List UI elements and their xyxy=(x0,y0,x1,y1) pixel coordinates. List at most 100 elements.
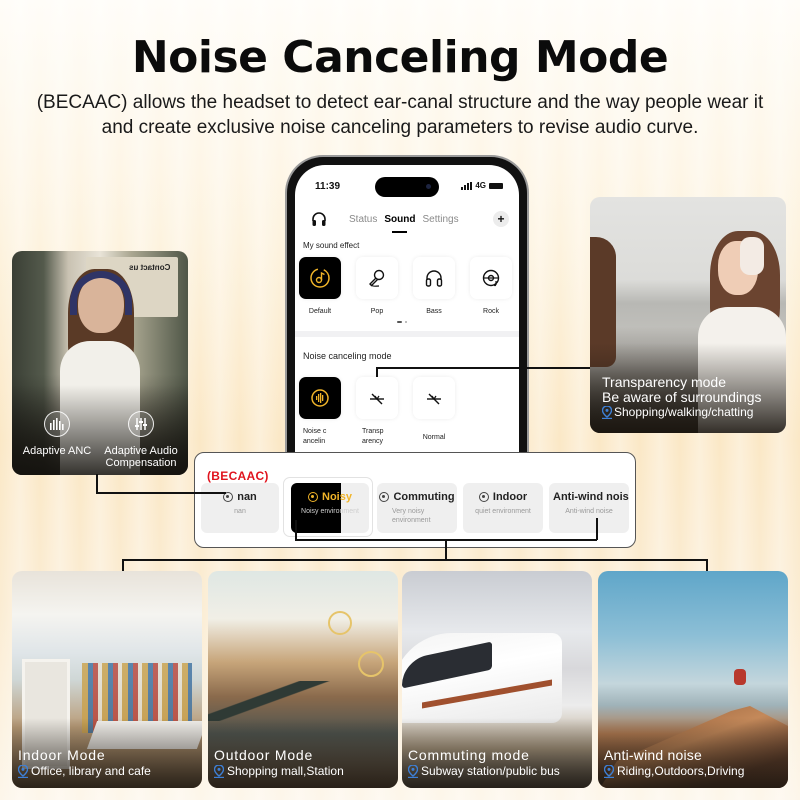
noise-mode-label: Noise c ancelin xyxy=(303,428,327,445)
sign-text: Contact us xyxy=(128,263,170,272)
card-title: Transparency mode xyxy=(602,374,726,390)
tab-status[interactable]: Status xyxy=(349,214,377,225)
scene-caption: Outdoor Mode Shopping mall,Station xyxy=(213,746,344,778)
transparency-caption: Transparency mode Be aware of surroundin… xyxy=(601,374,762,420)
tab-settings[interactable]: Settings xyxy=(422,214,458,225)
location-text: Shopping/walking/chatting xyxy=(614,405,754,419)
battery-icon xyxy=(489,182,503,189)
add-button[interactable]: + xyxy=(493,211,509,227)
scene-caption: Indoor Mode Office, library and cafe xyxy=(17,746,151,778)
connector-line xyxy=(96,474,98,493)
card-location: Shopping/walking/chatting xyxy=(601,405,762,420)
location-pin-icon xyxy=(17,763,29,778)
becaac-badge: (BECAAC) xyxy=(207,469,269,483)
location-pin-icon xyxy=(407,763,419,778)
location-pin-icon xyxy=(603,763,615,778)
sound-effect-label: Default xyxy=(308,308,332,315)
sound-effect-bass[interactable]: Bass xyxy=(413,257,455,317)
scene-location: Riding,Outdoors,Driving xyxy=(617,764,745,778)
headphones-image xyxy=(740,237,764,275)
headphones-icon xyxy=(413,257,455,299)
sound-effect-label: Rock xyxy=(483,308,499,315)
equalizer-bars-icon xyxy=(44,411,70,437)
mode-chip-noisy[interactable]: Noisy Noisy environment xyxy=(291,483,369,533)
mode-name: nan xyxy=(237,491,257,503)
location-pin-icon xyxy=(213,763,225,778)
scene-card-indoor: Indoor Mode Office, library and cafe xyxy=(12,571,202,788)
sliders-icon xyxy=(128,411,154,437)
sound-effect-label: Bass xyxy=(426,308,442,315)
mode-desc: Anti-wind noise xyxy=(565,508,613,515)
mode-name: Noisy xyxy=(322,491,352,503)
sound-effect-list: Default Pop Bass Rock xyxy=(299,257,512,317)
scene-location: Office, library and cafe xyxy=(31,764,151,778)
noise-mode-anc[interactable]: Noise c ancelin xyxy=(299,377,341,447)
connector-line xyxy=(376,367,590,369)
mode-icon xyxy=(379,492,390,502)
mode-desc: Noisy environment xyxy=(301,508,359,515)
scene-title: Anti-wind noise xyxy=(604,747,702,763)
normal-mode-icon xyxy=(413,377,455,419)
sound-wave-icon xyxy=(299,377,341,419)
connector-line xyxy=(122,559,708,561)
adaptive-features-card: Contact us Adaptive ANC Adaptive Audio C… xyxy=(12,251,188,475)
mode-name: Indoor xyxy=(492,491,528,503)
sound-effect-pop[interactable]: Pop xyxy=(356,257,398,317)
scene-caption: Commuting mode Subway station/public bus xyxy=(407,746,560,778)
status-time: 11:39 xyxy=(315,181,341,192)
mode-chip-indoor[interactable]: Indoor quiet environment xyxy=(463,483,543,533)
phone-mockup: 11:39 4G Status Sound Settings + My soun… xyxy=(285,155,529,485)
sound-effect-label: Pop xyxy=(370,308,384,315)
feature-audio-compensation: Adaptive Audio Compensation xyxy=(96,411,186,469)
feature-label: Adaptive Audio Compensation xyxy=(104,445,178,469)
location-pin-icon xyxy=(601,405,613,419)
noise-mode-heading: Noise canceling mode xyxy=(303,351,392,361)
tab-sound[interactable]: Sound xyxy=(384,214,415,233)
mode-chip-anti-wind[interactable]: Anti-wind noise Anti-wind noise xyxy=(549,483,629,533)
scene-card-anti-wind: Anti-wind noise Riding,Outdoors,Driving xyxy=(598,571,788,788)
mode-name: Anti-wind noise xyxy=(553,491,629,503)
sound-effect-heading: My sound effect xyxy=(303,241,360,250)
escalator-image xyxy=(208,681,398,721)
music-disc-icon xyxy=(299,257,341,299)
noise-mode-label: Transp arency xyxy=(362,428,384,445)
noise-mode-normal[interactable]: Normal xyxy=(413,377,455,447)
connector-line xyxy=(445,540,447,560)
mode-desc: Very noisy environment xyxy=(392,508,431,524)
ornament-image xyxy=(328,611,352,635)
sound-effect-rock[interactable]: Rock xyxy=(470,257,512,317)
mode-chip-commuting[interactable]: Commuting Very noisy environment xyxy=(377,483,457,533)
connector-line xyxy=(376,367,378,377)
feature-adaptive-anc: Adaptive ANC xyxy=(16,411,98,457)
section-divider xyxy=(295,331,519,337)
scene-title: Indoor Mode xyxy=(18,747,106,763)
phone-screen: 11:39 4G Status Sound Settings + My soun… xyxy=(295,165,519,485)
mode-icon xyxy=(308,492,319,502)
status-right: 4G xyxy=(461,181,503,190)
scene-caption: Anti-wind noise Riding,Outdoors,Driving xyxy=(603,746,745,778)
network-label: 4G xyxy=(475,181,486,190)
scene-card-outdoor: Outdoor Mode Shopping mall,Station xyxy=(208,571,398,788)
noise-mode-label: Normal xyxy=(422,434,446,441)
page-indicator xyxy=(397,321,407,323)
ornament-image xyxy=(358,651,384,677)
scene-title: Commuting mode xyxy=(408,747,530,763)
scene-card-commuting: Commuting mode Subway station/public bus xyxy=(402,571,592,788)
mode-chip-nan[interactable]: nan nan xyxy=(201,483,279,533)
scene-location: Shopping mall,Station xyxy=(227,764,344,778)
feature-label: Adaptive ANC xyxy=(22,445,92,457)
transparency-mode-card: Transparency mode Be aware of surroundin… xyxy=(590,197,786,433)
connector-line xyxy=(596,518,598,540)
noise-mode-transparency[interactable]: Transp arency xyxy=(356,377,398,447)
scene-location: Subway station/public bus xyxy=(421,764,560,778)
signal-icon xyxy=(461,181,473,190)
sound-effect-default[interactable]: Default xyxy=(299,257,341,317)
scene-mode-strip: (BECAAC) nan nan Noisy Noisy environment… xyxy=(194,452,636,548)
scene-title: Outdoor Mode xyxy=(214,747,314,763)
microphone-icon xyxy=(356,257,398,299)
headphones-icon[interactable] xyxy=(311,211,327,227)
connector-line xyxy=(96,492,226,494)
noise-mode-list: Noise c ancelin Transp arency Normal xyxy=(299,377,455,447)
tab-bar: Status Sound Settings xyxy=(349,214,459,233)
mode-desc: nan xyxy=(234,508,246,515)
